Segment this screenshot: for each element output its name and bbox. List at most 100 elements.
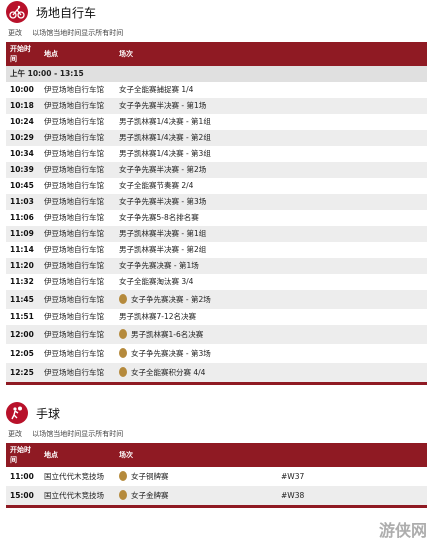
row-event: 男子凯林赛半决赛 - 第1组	[119, 229, 207, 238]
row-venue: 伊豆场地自行车馆	[40, 325, 115, 344]
section-title: 场地自行车	[36, 5, 97, 20]
row-event-cell: 女子金牌赛	[115, 486, 277, 505]
row-venue: 伊豆场地自行车馆	[44, 85, 104, 94]
col-venue-header: 地点	[40, 42, 115, 66]
table-row[interactable]: 10:24 伊豆场地自行车馆 男子凯林赛1/4决赛 - 第1组	[6, 114, 427, 130]
row-event-cell: 女子全能赛节奏赛 2/4	[115, 178, 427, 194]
row-venue: 伊豆场地自行车馆	[40, 162, 115, 178]
table-row[interactable]: 11:03 伊豆场地自行车馆 女子争先赛半决赛 - 第3场	[6, 194, 427, 210]
session-label: 上午 10:00 - 13:15	[6, 66, 427, 82]
row-venue: 伊豆场地自行车馆	[44, 312, 104, 321]
row-venue: 伊豆场地自行车馆	[44, 213, 104, 222]
row-event-cell: 女子全能赛积分赛 4/4	[115, 363, 427, 382]
medal-icon	[119, 366, 127, 377]
row-event: 女子全能赛节奏赛 2/4	[119, 181, 194, 190]
row-venue: 伊豆场地自行车馆	[40, 98, 115, 114]
row-event-cell: 女子全能赛捕捉赛 1/4	[115, 82, 427, 98]
row-event: 女子争先赛决赛 - 第1场	[119, 261, 199, 270]
col-event-header: 场次	[115, 42, 427, 66]
table-row[interactable]: 11:51 伊豆场地自行车馆 男子凯林赛7-12名决赛	[6, 309, 427, 325]
table-row[interactable]: 11:45 伊豆场地自行车馆 女子争先赛决赛 - 第2场	[6, 290, 427, 309]
row-time: 11:45	[6, 290, 40, 309]
handball-icon	[6, 402, 28, 424]
row-match-code: #W38	[277, 486, 427, 505]
row-venue: 伊豆场地自行车馆	[44, 348, 104, 358]
table-row[interactable]: 11:09 伊豆场地自行车馆 男子凯林赛半决赛 - 第1组	[6, 226, 427, 242]
row-venue: 伊豆场地自行车馆	[40, 194, 115, 210]
timezone-row: 更改 以场馆当地时间显示所有时间	[0, 24, 437, 42]
medal-icon	[119, 293, 127, 304]
table-row[interactable]: 11:20 伊豆场地自行车馆 女子争先赛决赛 - 第1场	[6, 258, 427, 274]
table-header: 开始时间 地点 场次	[6, 443, 427, 467]
row-time: 11:06	[10, 213, 34, 222]
row-event: 女子争先赛半决赛 - 第2场	[119, 165, 207, 174]
row-event: 男子凯林赛7-12名决赛	[119, 312, 197, 321]
section-divider	[6, 505, 427, 508]
table-row[interactable]: 12:05 伊豆场地自行车馆 女子争先赛决赛 - 第3场	[6, 344, 427, 363]
row-event-cell: 女子争先赛决赛 - 第3场	[115, 344, 427, 363]
row-event-cell: 女子争先赛半决赛 - 第1场	[115, 98, 427, 114]
track-cycling-section: 场地自行车 更改 以场馆当地时间显示所有时间 开始时间 地点 场次 上午 10:…	[0, 0, 437, 385]
table-row[interactable]: 11:06 伊豆场地自行车馆 女子争先赛5-8名排名赛	[6, 210, 427, 226]
table-header: 开始时间 地点 场次	[6, 42, 427, 66]
row-event-cell: 女子铜牌赛	[115, 467, 277, 486]
row-event: 女子全能赛积分赛 4/4	[131, 367, 206, 377]
col-venue-header: 地点	[40, 443, 115, 467]
row-venue: 伊豆场地自行车馆	[44, 149, 104, 158]
row-event: 男子凯林赛1/4决赛 - 第1组	[119, 117, 211, 126]
row-venue: 伊豆场地自行车馆	[40, 258, 115, 274]
row-venue: 国立代代木竞技场	[40, 486, 115, 505]
row-event-cell: 女子全能赛淘汰赛 3/4	[115, 274, 427, 290]
row-event-cell: 男子凯林赛1/4决赛 - 第1组	[115, 114, 427, 130]
col-code-header	[277, 443, 427, 467]
row-time: 11:00	[10, 471, 34, 481]
col-event-header: 场次	[115, 443, 277, 467]
row-event: 女子争先赛决赛 - 第2场	[131, 294, 211, 304]
table-row[interactable]: 15:00 国立代代木竞技场 女子金牌赛 #W38	[6, 486, 427, 505]
row-event: 男子凯林赛1/4决赛 - 第2组	[119, 133, 211, 142]
row-venue: 伊豆场地自行车馆	[44, 117, 104, 126]
table-row[interactable]: 10:34 伊豆场地自行车馆 男子凯林赛1/4决赛 - 第3组	[6, 146, 427, 162]
row-event: 女子铜牌赛	[131, 471, 169, 481]
table-row[interactable]: 10:18 伊豆场地自行车馆 女子争先赛半决赛 - 第1场	[6, 98, 427, 114]
section-header: 场地自行车	[0, 0, 437, 24]
row-venue: 国立代代木竞技场	[44, 471, 104, 481]
table-row[interactable]: 10:29 伊豆场地自行车馆 男子凯林赛1/4决赛 - 第2组	[6, 130, 427, 146]
row-event-cell: 女子争先赛决赛 - 第1场	[115, 258, 427, 274]
row-time: 12:05	[10, 348, 34, 358]
timezone-note: 以场馆当地时间显示所有时间	[32, 29, 124, 37]
row-time: 10:45	[10, 181, 34, 190]
row-time: 11:20	[6, 258, 40, 274]
change-timezone-link[interactable]: 更改	[8, 430, 22, 438]
row-time: 12:25	[6, 363, 40, 382]
row-venue: 伊豆场地自行车馆	[44, 181, 104, 190]
col-time-header: 开始时间	[6, 42, 40, 66]
track-cycling-icon	[6, 1, 28, 23]
timezone-row: 更改 以场馆当地时间显示所有时间	[0, 425, 437, 443]
row-event: 男子凯林赛1/4决赛 - 第3组	[119, 149, 211, 158]
table-row[interactable]: 10:39 伊豆场地自行车馆 女子争先赛半决赛 - 第2场	[6, 162, 427, 178]
row-time: 10:18	[6, 98, 40, 114]
table-row[interactable]: 12:00 伊豆场地自行车馆 男子凯林赛1-6名决赛	[6, 325, 427, 344]
row-venue: 伊豆场地自行车馆	[44, 277, 104, 286]
row-venue: 伊豆场地自行车馆	[40, 363, 115, 382]
row-event-cell: 男子凯林赛半决赛 - 第2组	[115, 242, 427, 258]
row-time: 11:32	[10, 277, 34, 286]
medal-icon	[119, 489, 127, 500]
table-row[interactable]: 11:32 伊豆场地自行车馆 女子全能赛淘汰赛 3/4	[6, 274, 427, 290]
table-row[interactable]: 11:00 国立代代木竞技场 女子铜牌赛 #W37	[6, 467, 427, 486]
row-event-cell: 女子争先赛半决赛 - 第3场	[115, 194, 427, 210]
table-row[interactable]: 10:45 伊豆场地自行车馆 女子全能赛节奏赛 2/4	[6, 178, 427, 194]
row-event: 女子争先赛半决赛 - 第1场	[119, 101, 207, 110]
watermark: 游侠网	[378, 521, 427, 540]
row-event-cell: 男子凯林赛7-12名决赛	[115, 309, 427, 325]
row-event-cell: 男子凯林赛半决赛 - 第1组	[115, 226, 427, 242]
table-row[interactable]: 11:14 伊豆场地自行车馆 男子凯林赛半决赛 - 第2组	[6, 242, 427, 258]
row-time: 10:34	[10, 149, 34, 158]
change-timezone-link[interactable]: 更改	[8, 29, 22, 37]
row-event-cell: 男子凯林赛1-6名决赛	[115, 325, 427, 344]
row-time: 10:29	[6, 130, 40, 146]
table-row[interactable]: 12:25 伊豆场地自行车馆 女子全能赛积分赛 4/4	[6, 363, 427, 382]
medal-icon	[119, 328, 127, 339]
table-row[interactable]: 10:00 伊豆场地自行车馆 女子全能赛捕捉赛 1/4	[6, 82, 427, 98]
